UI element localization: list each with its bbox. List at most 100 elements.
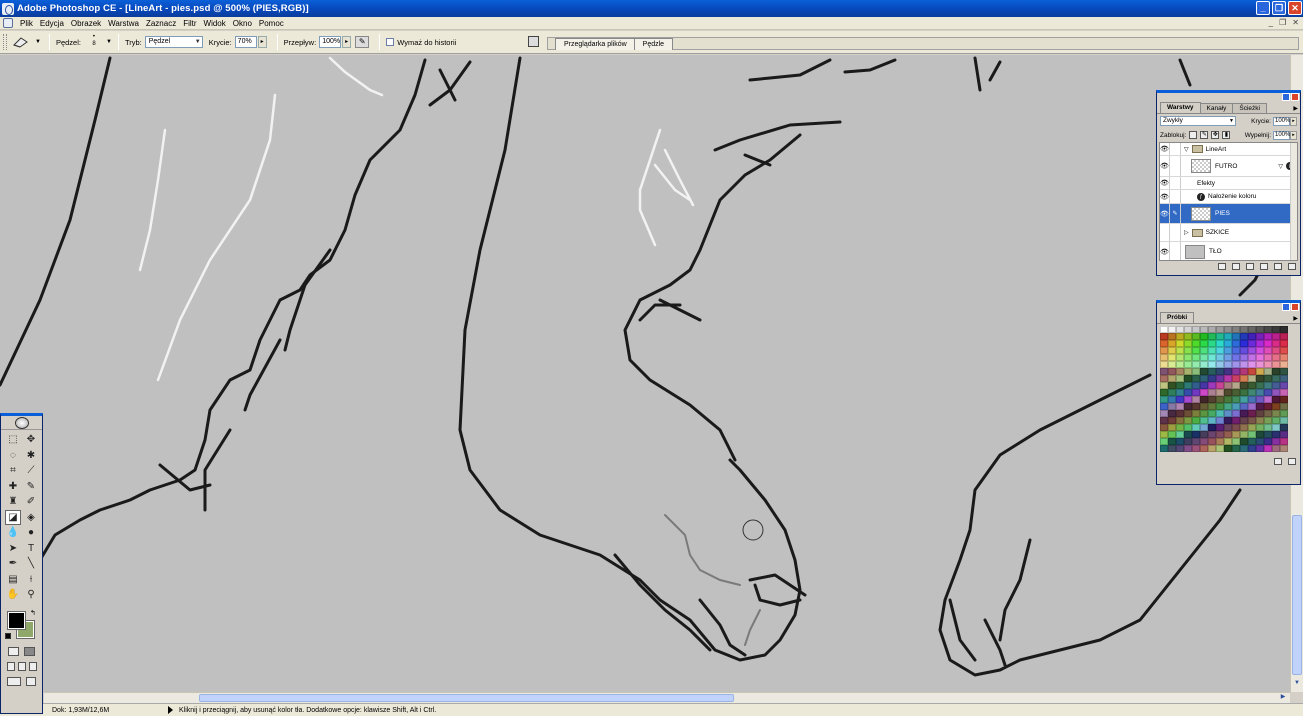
lasso-tool-icon[interactable]: ◌	[5, 448, 21, 464]
color-swatch[interactable]	[1208, 431, 1216, 438]
color-swatch[interactable]	[1160, 424, 1168, 431]
color-swatch[interactable]	[1232, 410, 1240, 417]
color-swatch[interactable]	[1184, 424, 1192, 431]
color-swatch[interactable]	[1200, 445, 1208, 452]
color-swatch[interactable]	[1216, 410, 1224, 417]
color-swatch[interactable]	[1208, 438, 1216, 445]
color-swatch[interactable]	[1168, 368, 1176, 375]
color-swatch[interactable]	[1240, 361, 1248, 368]
color-swatch[interactable]	[1160, 326, 1168, 333]
color-swatch[interactable]	[1224, 361, 1232, 368]
color-swatch[interactable]	[1192, 445, 1200, 452]
brush-link-icon[interactable]: ✎	[1170, 204, 1181, 223]
notes-tool-icon[interactable]: ▤	[5, 572, 21, 588]
color-swatch[interactable]	[1200, 389, 1208, 396]
color-swatch[interactable]	[1256, 424, 1264, 431]
adjustment-layer-icon[interactable]	[1260, 262, 1268, 270]
color-swatch[interactable]	[1200, 396, 1208, 403]
menu-filtr[interactable]: Filtr	[180, 19, 200, 28]
tab-paths[interactable]: Ścieżki	[1232, 103, 1267, 113]
lock-image-icon[interactable]: ✎	[1200, 131, 1209, 139]
line-tool-icon[interactable]: ╲	[23, 556, 39, 572]
color-swatch[interactable]	[1240, 354, 1248, 361]
color-swatch[interactable]	[1232, 396, 1240, 403]
color-swatch[interactable]	[1200, 431, 1208, 438]
opacity-input[interactable]: 70%	[234, 36, 257, 48]
color-swatch[interactable]	[1208, 382, 1216, 389]
doc-minimize-icon[interactable]: _	[1269, 18, 1273, 27]
color-swatch[interactable]	[1160, 375, 1168, 382]
color-swatch[interactable]	[1272, 333, 1280, 340]
color-swatch[interactable]	[1176, 389, 1184, 396]
color-swatch[interactable]	[1256, 431, 1264, 438]
status-menu-arrow-icon[interactable]	[168, 706, 173, 714]
color-swatch[interactable]	[1256, 438, 1264, 445]
color-swatch[interactable]	[1256, 361, 1264, 368]
color-swatch[interactable]	[1176, 410, 1184, 417]
layer-row-szkice[interactable]: ▷ SZKICE	[1160, 224, 1297, 242]
new-swatch-icon[interactable]	[1274, 457, 1282, 465]
color-swatch[interactable]	[1192, 403, 1200, 410]
color-swatch[interactable]	[1232, 347, 1240, 354]
color-swatch[interactable]	[1280, 417, 1288, 424]
swap-colors-icon[interactable]: ↰	[30, 609, 36, 617]
color-swatch[interactable]	[1240, 396, 1248, 403]
color-swatch[interactable]	[1192, 410, 1200, 417]
lock-position-icon[interactable]: ✥	[1211, 131, 1220, 139]
color-swatch[interactable]	[1160, 347, 1168, 354]
color-swatch[interactable]	[1192, 396, 1200, 403]
brush-picker[interactable]: • 8	[84, 34, 104, 50]
color-swatch[interactable]	[1264, 438, 1272, 445]
color-swatch[interactable]	[1184, 389, 1192, 396]
color-swatch[interactable]	[1248, 326, 1256, 333]
color-swatch[interactable]	[1272, 382, 1280, 389]
color-swatch[interactable]	[1280, 410, 1288, 417]
color-swatch[interactable]	[1160, 333, 1168, 340]
delete-layer-icon[interactable]	[1288, 262, 1296, 270]
color-swatch[interactable]	[1176, 347, 1184, 354]
color-swatch[interactable]	[1232, 403, 1240, 410]
color-swatch[interactable]	[1264, 347, 1272, 354]
color-swatch[interactable]	[1280, 445, 1288, 452]
type-tool-icon[interactable]: T	[23, 541, 39, 557]
color-swatch[interactable]	[1248, 375, 1256, 382]
color-swatch[interactable]	[1176, 340, 1184, 347]
path-selection-tool-icon[interactable]: ➤	[5, 541, 21, 557]
color-swatch[interactable]	[1216, 326, 1224, 333]
color-swatch[interactable]	[1184, 368, 1192, 375]
color-swatch[interactable]	[1224, 368, 1232, 375]
color-swatch[interactable]	[1280, 347, 1288, 354]
blend-mode-select[interactable]: Zwykły	[1160, 116, 1236, 126]
color-swatch[interactable]	[1264, 431, 1272, 438]
color-swatch[interactable]	[1168, 326, 1176, 333]
screen-mode-full-icon[interactable]	[28, 661, 37, 671]
color-swatch[interactable]	[1192, 354, 1200, 361]
menu-edycja[interactable]: Edycja	[37, 19, 68, 28]
color-swatch[interactable]	[1224, 326, 1232, 333]
color-swatch[interactable]	[1176, 333, 1184, 340]
color-swatch[interactable]	[1176, 326, 1184, 333]
color-swatch[interactable]	[1208, 333, 1216, 340]
color-swatch[interactable]	[1280, 424, 1288, 431]
flow-input[interactable]: 100%	[319, 36, 342, 48]
lock-transparency-icon[interactable]	[1189, 131, 1198, 139]
color-swatch[interactable]	[1168, 354, 1176, 361]
color-swatch[interactable]	[1184, 333, 1192, 340]
menu-warstwa[interactable]: Warstwa	[105, 19, 143, 28]
color-swatch[interactable]	[1208, 375, 1216, 382]
document-canvas[interactable]	[0, 55, 1290, 692]
horizontal-scrollbar[interactable]: ▶	[44, 692, 1290, 703]
color-swatch[interactable]	[1240, 326, 1248, 333]
layer-row-pies[interactable]: 👁 ✎ PIES	[1160, 204, 1297, 224]
flow-slider-button[interactable]: ▸	[342, 36, 352, 48]
color-swatch[interactable]	[1272, 424, 1280, 431]
color-swatch[interactable]	[1200, 438, 1208, 445]
color-swatch[interactable]	[1192, 375, 1200, 382]
color-swatch[interactable]	[1232, 389, 1240, 396]
color-swatch[interactable]	[1160, 368, 1168, 375]
marquee-tool-icon[interactable]: ⬚	[5, 432, 21, 448]
color-swatch[interactable]	[1184, 382, 1192, 389]
color-swatch[interactable]	[1280, 375, 1288, 382]
healing-brush-tool-icon[interactable]: ✚	[5, 479, 21, 495]
color-swatch[interactable]	[1224, 333, 1232, 340]
